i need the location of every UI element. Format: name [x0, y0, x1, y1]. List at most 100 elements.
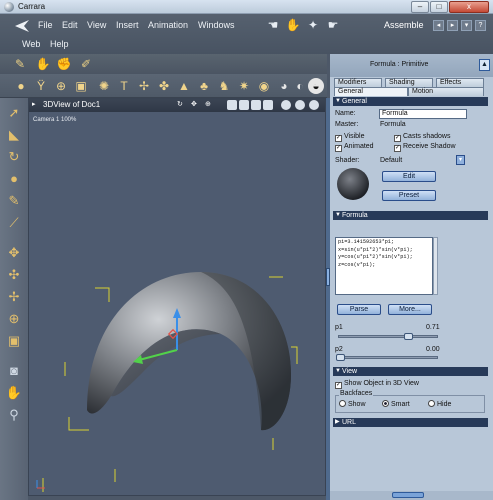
- tab-general[interactable]: General: [334, 87, 408, 96]
- globe-icon[interactable]: ⊕: [53, 78, 69, 94]
- p2-slider-knob[interactable]: [336, 354, 345, 361]
- room-help-button[interactable]: ?: [475, 20, 486, 31]
- view-layout-4-icon[interactable]: [263, 100, 273, 110]
- view-layout-1-icon[interactable]: [227, 100, 237, 110]
- goblet-icon[interactable]: Ÿ: [33, 78, 49, 94]
- backfaces-show-radio[interactable]: Show: [339, 400, 366, 408]
- section-formula[interactable]: ▼ Formula: [333, 211, 488, 220]
- menu-edit[interactable]: Edit: [62, 20, 78, 30]
- light-icon[interactable]: ✷: [236, 78, 252, 94]
- p1-slider-knob[interactable]: [404, 333, 413, 340]
- p2-slider[interactable]: [338, 356, 438, 359]
- tab-modifiers[interactable]: Modifiers: [334, 78, 382, 87]
- gear-icon[interactable]: ✺: [96, 78, 112, 94]
- menu-view[interactable]: View: [87, 20, 106, 30]
- close-button[interactable]: x: [449, 1, 489, 13]
- panel-collapse-button[interactable]: ▲: [479, 59, 490, 71]
- shader-edit-button[interactable]: Edit: [382, 171, 436, 182]
- room-assemble-label[interactable]: Assemble: [384, 20, 424, 30]
- move-icon[interactable]: ◣: [5, 126, 23, 144]
- p1-slider[interactable]: [338, 335, 438, 338]
- parse-button[interactable]: Parse: [337, 304, 381, 315]
- more-button[interactable]: More...: [388, 304, 432, 315]
- dolly-icon[interactable]: ⊕: [5, 310, 23, 328]
- select-arrow-icon[interactable]: ➚: [5, 104, 23, 122]
- plant-icon[interactable]: ✤: [156, 78, 172, 94]
- figure-icon[interactable]: ♞: [216, 78, 232, 94]
- hand-tool-icon[interactable]: ✋: [5, 384, 23, 402]
- bone-icon[interactable]: ⟋: [5, 214, 23, 232]
- shader-dropdown-button[interactable]: ▾: [456, 155, 465, 165]
- sphere-tool-icon[interactable]: ●: [5, 170, 23, 188]
- hand-icon[interactable]: ☚: [265, 17, 281, 33]
- grab-icon[interactable]: ✊: [56, 56, 72, 72]
- section-general[interactable]: ▼ General: [333, 97, 488, 106]
- view-pan-icon[interactable]: ✥: [191, 100, 201, 110]
- show-object-checkbox[interactable]: ✓ Show Object in 3D View: [335, 380, 419, 389]
- menu-file[interactable]: File: [38, 20, 53, 30]
- minimize-button[interactable]: –: [411, 1, 429, 13]
- casts-shadows-label: Casts shadows: [403, 133, 451, 140]
- menu-insert[interactable]: Insert: [116, 20, 139, 30]
- scale-icon[interactable]: ✎: [5, 192, 23, 210]
- lasso-icon[interactable]: ✎: [12, 56, 28, 72]
- name-field[interactable]: Formula: [379, 109, 467, 119]
- animated-checkbox[interactable]: ✓ Animated: [335, 143, 374, 152]
- section-general-label: General: [342, 98, 367, 105]
- view-layout-3-icon[interactable]: [251, 100, 261, 110]
- room-prev-button[interactable]: ◂: [433, 20, 444, 31]
- maximize-button[interactable]: □: [430, 1, 448, 13]
- cube-tool-icon[interactable]: ▣: [5, 332, 23, 350]
- sphere-icon[interactable]: ●: [13, 78, 29, 94]
- zoom-icon[interactable]: ⚲: [5, 406, 23, 424]
- formula-editor[interactable]: pi=3.141592653*p1; x=sin(u*pi*2)*sin(v*p…: [335, 237, 433, 295]
- menu-animation[interactable]: Animation: [148, 20, 188, 30]
- camera-tool-icon[interactable]: ◙: [5, 362, 23, 380]
- room-menu-button[interactable]: ▾: [461, 20, 472, 31]
- blob-icon[interactable]: ◒: [308, 78, 324, 94]
- magic-wand-icon[interactable]: ✦: [305, 17, 321, 33]
- tab-shading[interactable]: Shading: [385, 78, 433, 87]
- visible-checkbox[interactable]: ✓ Visible: [335, 133, 365, 142]
- panel-horizontal-scrollbar[interactable]: [330, 491, 493, 500]
- render-wire-icon[interactable]: [281, 100, 291, 110]
- pan-icon[interactable]: ✥: [5, 244, 23, 262]
- tab-effects[interactable]: Effects: [436, 78, 484, 87]
- receive-shadow-checkbox[interactable]: ✓ Receive Shadow: [394, 143, 456, 152]
- render-preview-icon[interactable]: [309, 100, 319, 110]
- pin-icon[interactable]: ✢: [136, 78, 152, 94]
- view-rotate-icon[interactable]: ↻: [177, 100, 187, 110]
- camera-icon[interactable]: ◐: [292, 78, 308, 94]
- view-layout-2-icon[interactable]: [239, 100, 249, 110]
- backfaces-hide-radio[interactable]: Hide: [428, 400, 451, 408]
- viewport-expand-icon[interactable]: ▸: [32, 100, 36, 108]
- hand-point-icon[interactable]: ☛: [325, 17, 341, 33]
- text-icon[interactable]: T: [116, 78, 132, 94]
- formula-scrollbar[interactable]: [433, 237, 438, 295]
- rotate-icon[interactable]: ↻: [5, 148, 23, 166]
- shader-preset-button[interactable]: Preset: [382, 190, 436, 201]
- 3d-viewport[interactable]: ▸ 3DView of Doc1 ↻ ✥ ⊕ Camera 1 100%: [28, 98, 326, 496]
- section-url[interactable]: ▶ URL: [333, 418, 488, 427]
- hand-icon[interactable]: ✋: [35, 56, 51, 72]
- tree-icon[interactable]: ♣: [196, 78, 212, 94]
- room-next-button[interactable]: ▸: [447, 20, 458, 31]
- menu-help[interactable]: Help: [50, 39, 69, 49]
- view-dolly-icon[interactable]: ⊕: [205, 100, 215, 110]
- move-3d-icon[interactable]: ✣: [5, 266, 23, 284]
- hand-open-icon[interactable]: ✋: [285, 17, 301, 33]
- paint-icon[interactable]: ✐: [78, 56, 94, 72]
- scrollbar-thumb[interactable]: [392, 492, 424, 498]
- cube-icon[interactable]: ▣: [73, 78, 89, 94]
- section-view[interactable]: ▼ View: [333, 367, 488, 376]
- terrain-icon[interactable]: ▲: [176, 78, 192, 94]
- spot-icon[interactable]: ◉: [256, 78, 272, 94]
- render-shaded-icon[interactable]: [295, 100, 305, 110]
- bulb-icon[interactable]: ◕: [276, 78, 292, 94]
- tab-motion[interactable]: Motion: [408, 87, 484, 96]
- backfaces-smart-radio[interactable]: Smart: [382, 400, 410, 408]
- orbit-icon[interactable]: ✢: [5, 288, 23, 306]
- menu-web[interactable]: Web: [22, 39, 40, 49]
- menu-windows[interactable]: Windows: [198, 20, 235, 30]
- casts-shadows-checkbox[interactable]: ✓ Casts shadows: [394, 133, 450, 142]
